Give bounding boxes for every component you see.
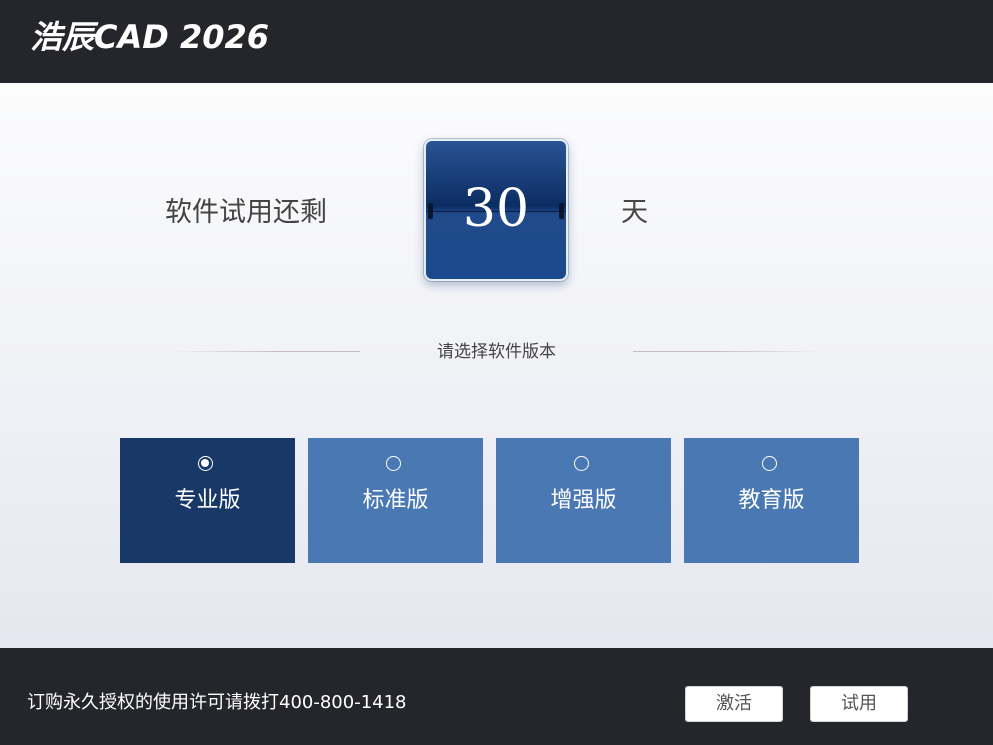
edition-option-education[interactable]: 教育版 [684,438,859,563]
app-logo: 浩辰CAD 2026 [30,18,270,56]
footer-bar: 订购永久授权的使用许可请拨打400-800-1418 激活 试用 [0,648,993,745]
days-remaining-count: 30 [462,179,530,239]
edition-label: 标准版 [362,488,429,513]
trial-remaining-row: 软件试用还剩 30 天 [0,137,993,287]
activate-button[interactable]: 激活 [685,686,783,722]
divider-right [633,351,823,352]
edition-option-enhanced[interactable]: 增强版 [496,438,671,563]
radio-unselected-icon[interactable] [762,456,777,471]
edition-label: 专业版 [174,488,241,513]
choose-version-label: 请选择软件版本 [437,342,556,362]
trial-prefix-text: 软件试用还剩 [165,197,327,228]
header-bar: 浩辰CAD 2026 [0,0,993,83]
trial-button[interactable]: 试用 [810,686,908,722]
edition-label: 教育版 [738,488,805,513]
radio-unselected-icon[interactable] [386,456,401,471]
edition-options: 专业版 标准版 增强版 教育版 [120,438,860,563]
trial-suffix-text: 天 [621,197,648,228]
radio-unselected-icon[interactable] [574,456,589,471]
edition-option-professional[interactable]: 专业版 [120,438,295,563]
edition-label: 增强版 [550,488,617,513]
days-flip-card: 30 [424,139,568,281]
trial-dialog: 浩辰CAD 2026 软件试用还剩 30 天 请选择软件版本 专业版 标准版 增… [0,0,993,745]
purchase-hotline-text: 订购永久授权的使用许可请拨打400-800-1418 [27,692,407,713]
edition-option-standard[interactable]: 标准版 [308,438,483,563]
radio-selected-icon[interactable] [198,456,213,471]
divider-left [170,351,360,352]
